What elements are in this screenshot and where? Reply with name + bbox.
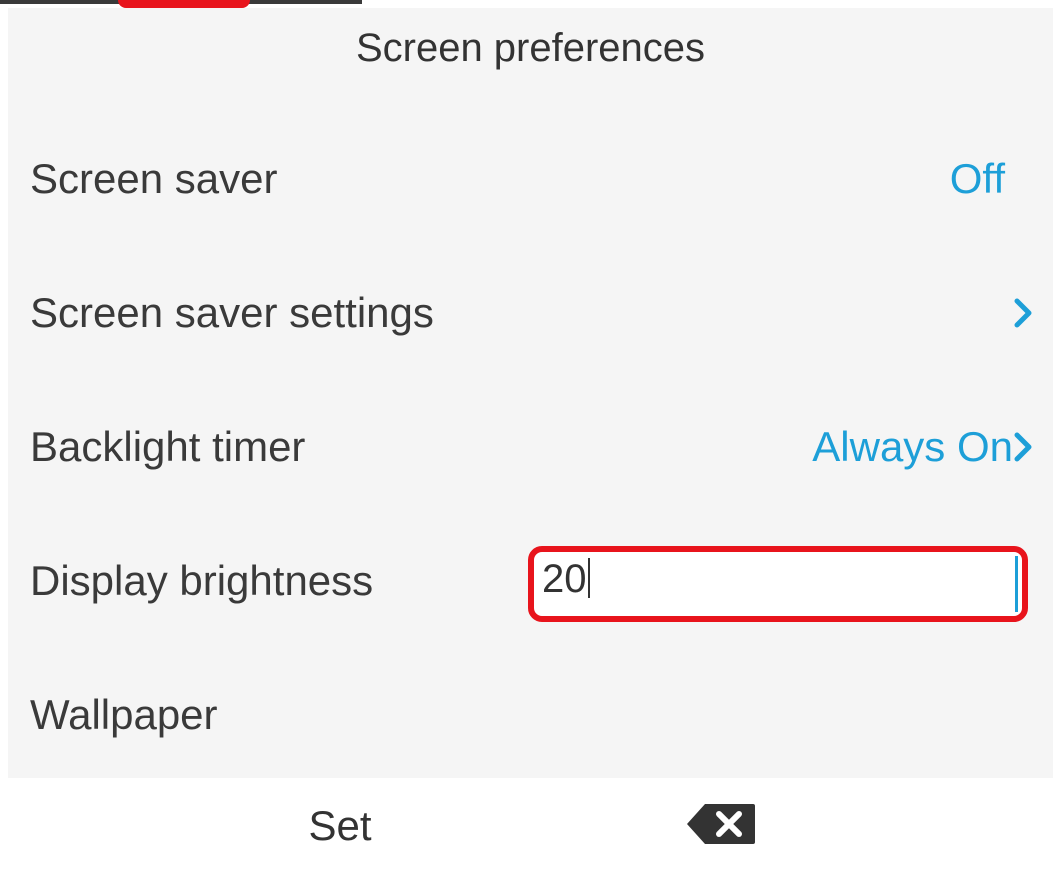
text-caret xyxy=(587,558,590,598)
highlight-marker xyxy=(118,0,250,8)
page-title: Screen preferences xyxy=(355,26,706,70)
setting-display-brightness: Display brightness 20 xyxy=(8,546,1053,622)
setting-label: Screen saver xyxy=(30,155,278,202)
setting-screen-saver[interactable]: Screen saver Off xyxy=(8,144,1053,214)
set-softkey[interactable]: Set xyxy=(230,778,450,874)
chevron-right-icon xyxy=(1014,298,1032,328)
setting-backlight-timer[interactable]: Backlight timer Always On xyxy=(8,412,1053,482)
setting-screen-saver-settings[interactable]: Screen saver settings xyxy=(8,278,1053,348)
backspace-icon[interactable] xyxy=(685,802,757,846)
setting-wallpaper[interactable]: Wallpaper xyxy=(8,680,1053,750)
setting-label: Backlight timer xyxy=(30,423,306,470)
softkey-bar: Set xyxy=(0,778,1053,849)
brightness-input[interactable]: 20 xyxy=(528,546,1028,622)
brightness-value: 20 xyxy=(542,557,587,601)
phone-screen: Screen preferences Screen saver Off Scre… xyxy=(8,8,1053,778)
setting-value: Always On xyxy=(812,423,1013,470)
input-field-inner xyxy=(538,556,1018,612)
setting-label: Screen saver settings xyxy=(30,289,434,336)
chevron-right-icon xyxy=(1014,432,1032,462)
input-text-wrap: 20 xyxy=(542,554,590,604)
setting-label: Display brightness xyxy=(30,557,374,604)
setting-label: Wallpaper xyxy=(30,691,218,738)
setting-value: Off xyxy=(949,155,1005,202)
